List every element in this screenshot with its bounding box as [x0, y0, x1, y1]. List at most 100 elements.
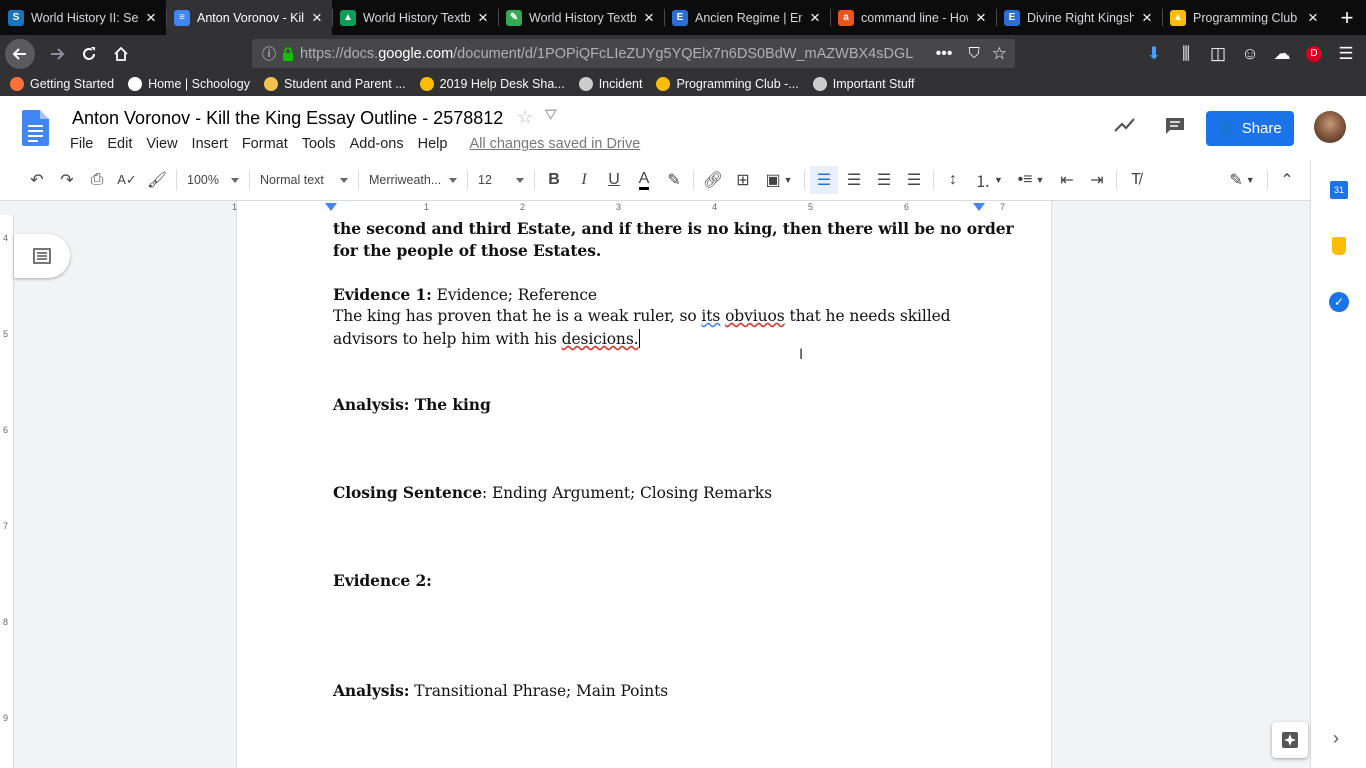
share-button[interactable]: 👤 Share [1206, 111, 1294, 146]
browser-tab[interactable]: E Ancien Regime | Enc × [664, 0, 830, 35]
text-line[interactable]: the second and third Estate, and if ther… [333, 219, 1014, 238]
extension-icon[interactable]: ☁ [1266, 38, 1298, 70]
browser-tab[interactable]: a command line - How × [830, 0, 996, 35]
editing-mode-button[interactable]: ✎ ▼ [1222, 166, 1262, 194]
expand-panel-icon[interactable]: › [1333, 728, 1339, 749]
menu-help[interactable]: Help [418, 136, 448, 152]
body-line[interactable]: advisors to help him with his desicions. [333, 329, 640, 348]
docs-logo-icon[interactable] [22, 110, 49, 146]
bookmark-item[interactable]: Student and Parent ... [264, 77, 406, 91]
paint-format-button[interactable]: 🖌 [143, 166, 171, 194]
clear-formatting-button[interactable]: T̸ [1122, 166, 1150, 194]
style-select[interactable]: Normal text [254, 166, 354, 194]
document-title[interactable]: Anton Voronov - Kill the King Essay Outl… [72, 108, 503, 129]
evidence-2-line[interactable]: Evidence 2: [333, 571, 432, 590]
info-icon[interactable]: ⓘ [262, 44, 276, 64]
close-tab-icon[interactable]: × [478, 9, 490, 26]
browser-tab[interactable]: ▲ Programming Club - × [1162, 0, 1328, 35]
text-color-button[interactable]: A [630, 166, 658, 194]
pocket-icon[interactable]: ⛉ [968, 45, 979, 62]
menu-tools[interactable]: Tools [302, 136, 336, 152]
numbered-list-button[interactable]: ⒈ ▼ [969, 166, 1009, 194]
print-button[interactable]: ⎙ [83, 166, 111, 194]
browser-tab[interactable]: E Divine Right Kingshi × [996, 0, 1162, 35]
menu-file[interactable]: File [70, 136, 93, 152]
bookmark-item[interactable]: Incident [578, 77, 642, 91]
menu-insert[interactable]: Insert [192, 136, 228, 152]
document-outline-button[interactable] [14, 234, 70, 278]
spellcheck-button[interactable]: A✓ [113, 166, 141, 194]
analysis-2-line[interactable]: Analysis: Transitional Phrase; Main Poin… [333, 681, 668, 700]
bookmark-star-icon[interactable]: ☆ [992, 44, 1007, 64]
new-tab-button[interactable]: + [1328, 0, 1366, 35]
decrease-indent-button[interactable]: ⇤ [1053, 166, 1081, 194]
sidebar-icon[interactable]: ◫ [1202, 38, 1234, 70]
document-page[interactable]: the second and third Estate, and if ther… [236, 215, 1052, 768]
undo-button[interactable]: ↶ [23, 166, 51, 194]
bold-button[interactable]: B [540, 166, 568, 194]
bookmark-item[interactable]: 2019 Help Desk Sha... [419, 77, 565, 91]
zoom-select[interactable]: 100% [181, 166, 245, 194]
spelling-error[interactable]: desicions. [562, 330, 639, 348]
close-tab-icon[interactable]: × [312, 9, 324, 26]
analysis-1-line[interactable]: Analysis: The king [333, 395, 491, 414]
close-tab-icon[interactable]: × [810, 9, 822, 26]
comments-icon[interactable] [1164, 116, 1186, 141]
close-tab-icon[interactable]: × [976, 9, 988, 26]
close-tab-icon[interactable]: × [644, 9, 656, 26]
redo-button[interactable]: ↷ [53, 166, 81, 194]
keep-icon[interactable] [1332, 237, 1346, 255]
tasks-icon[interactable]: ✓ [1329, 292, 1349, 312]
menu-add-ons[interactable]: Add-ons [350, 136, 404, 152]
justify-button[interactable]: ☰ [900, 166, 928, 194]
activity-icon[interactable] [1114, 116, 1136, 139]
align-center-button[interactable]: ☰ [840, 166, 868, 194]
move-to-drive-icon[interactable]: ⛛ [544, 107, 557, 125]
grammar-suggestion[interactable]: its [701, 307, 720, 325]
evidence-1-line[interactable]: Evidence 1: Evidence; Reference [333, 285, 597, 304]
close-tab-icon[interactable]: × [1142, 9, 1154, 26]
underline-button[interactable]: U [600, 166, 628, 194]
bulleted-list-button[interactable]: •≡ ▼ [1011, 166, 1051, 194]
downloads-icon[interactable]: ⬇ [1138, 38, 1170, 70]
menu-edit[interactable]: Edit [107, 136, 132, 152]
browser-tab[interactable]: S World History II: Sec × [0, 0, 166, 35]
insert-image-button[interactable]: ▣ ▼ [759, 166, 799, 194]
reload-button[interactable] [73, 38, 105, 70]
account-icon[interactable]: ☺ [1234, 38, 1266, 70]
closing-sentence-line[interactable]: Closing Sentence: Ending Argument; Closi… [333, 483, 772, 502]
calendar-icon[interactable]: 31 [1330, 181, 1348, 199]
text-line[interactable]: for the people of those Estates. [333, 241, 601, 260]
browser-tab[interactable]: ≡ Anton Voronov - Kill × [166, 0, 332, 35]
browser-tab[interactable]: ✎ World History Textbo × [498, 0, 664, 35]
hide-menus-button[interactable]: ⌃ [1273, 166, 1301, 194]
spelling-error[interactable]: obviuos [725, 307, 785, 325]
bookmark-item[interactable]: Important Stuff [812, 77, 915, 91]
forward-button[interactable] [41, 38, 73, 70]
align-left-button[interactable]: ☰ [810, 166, 838, 194]
menu-icon[interactable]: ☰ [1330, 38, 1362, 70]
menu-view[interactable]: View [146, 136, 177, 152]
italic-button[interactable]: I [570, 166, 598, 194]
align-right-button[interactable]: ☰ [870, 166, 898, 194]
bookmark-item[interactable]: Getting Started [10, 77, 114, 91]
back-button[interactable] [5, 38, 35, 69]
page-actions-icon[interactable]: ••• [936, 45, 953, 63]
insert-link-button[interactable]: 🔗︎ [699, 166, 727, 194]
user-avatar[interactable] [1314, 111, 1346, 143]
bookmark-item[interactable]: Programming Club -... [656, 77, 799, 91]
library-icon[interactable]: ⫼ [1170, 38, 1202, 70]
browser-tab[interactable]: ▲ World History Textbo × [332, 0, 498, 35]
explore-button[interactable] [1272, 722, 1308, 758]
line-spacing-button[interactable]: ↕ [939, 166, 967, 194]
font-select[interactable]: Merriweath... [363, 166, 463, 194]
close-tab-icon[interactable]: × [146, 9, 158, 26]
bookmark-item[interactable]: Home | Schoology [128, 77, 250, 91]
font-size-select[interactable]: 12 [472, 166, 530, 194]
profile-badge[interactable]: D [1298, 38, 1330, 70]
save-status-link[interactable]: All changes saved in Drive [469, 136, 640, 152]
left-indent-marker-icon[interactable] [325, 203, 337, 213]
highlight-color-button[interactable]: ✎ [660, 166, 688, 194]
right-indent-marker-icon[interactable] [973, 203, 985, 213]
menu-format[interactable]: Format [242, 136, 288, 152]
